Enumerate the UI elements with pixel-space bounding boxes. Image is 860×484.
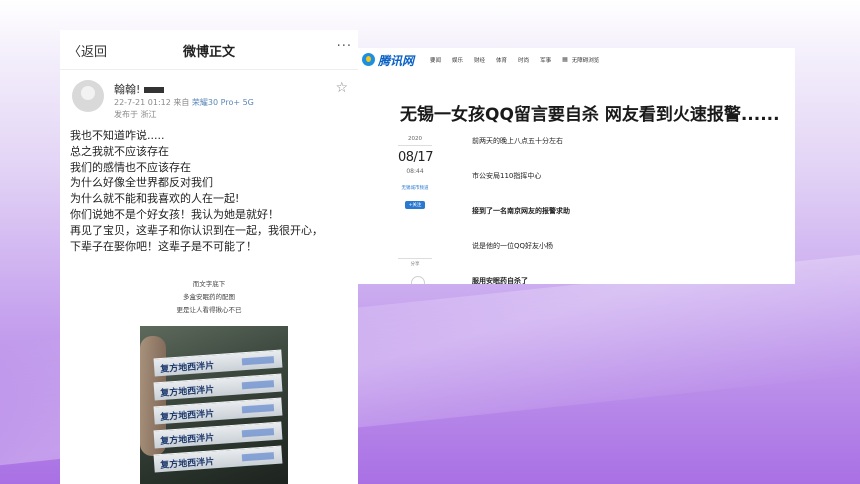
author-name-text: 翰翰!: [114, 83, 141, 96]
article-source[interactable]: 无锡城市频道: [398, 185, 432, 191]
tencent-header: 腾讯网 要闻 娱乐 财经 体育 时尚 军事 ▦ 无障碍浏览: [358, 48, 795, 72]
page-title: 微博正文: [182, 45, 235, 60]
article-paragraph: 说是他的一位QQ好友小杨: [472, 242, 554, 250]
medicine-box: 复方地西泮片: [153, 373, 283, 401]
medicine-box: 复方地西泮片: [153, 421, 283, 449]
post-meta: 22-7-21 01:12 来自 荣耀30 Pro+ 5G: [114, 97, 254, 108]
medicine-boxes-photo[interactable]: 复方地西泮片 复方地西泮片 复方地西泮片 复方地西泮片 复方地西泮片: [140, 326, 288, 484]
medicine-box-label: 复方地西泮片: [160, 433, 215, 448]
caption-line: 更是让人看得揪心不已: [176, 306, 242, 315]
post-timestamp: 22-7-21 01:12 来自: [114, 98, 190, 107]
medicine-box-label: 复方地西泮片: [160, 361, 215, 376]
article-paragraph: 接到了一名南京网友的报警求助: [472, 207, 570, 215]
image-caption: 而文字底下 多盒安眠药的配图 更是让人看得揪心不已: [60, 278, 358, 317]
nav-item-accessibility[interactable]: 无障碍浏览: [572, 56, 600, 64]
post-line: 你们说她不是个好女孩！我认为她是就好！: [70, 207, 279, 221]
post-body: 我也不知道咋说..... 总之我就不应该存在 我们的感情也不应该存在 为什么好像…: [60, 128, 358, 254]
more-options-icon[interactable]: ···: [337, 39, 352, 54]
tencent-nav: 要闻 娱乐 财经 体育 时尚 军事 ▦ 无障碍浏览: [430, 56, 610, 64]
nav-item-military[interactable]: 军事: [540, 56, 551, 64]
follow-button[interactable]: +关注: [404, 201, 426, 209]
post-location: 发布于 浙江: [114, 110, 157, 119]
post-device[interactable]: 荣耀30 Pro+ 5G: [192, 98, 254, 107]
medicine-box: 复方地西泮片: [153, 349, 283, 377]
article-body: 前两天的晚上八点五十分左右 市公安局110指挥中心 接到了一名南京网友的报警求助…: [472, 136, 570, 284]
medicine-box: 复方地西泮片: [153, 445, 283, 473]
post-author-header: 翰翰! 22-7-21 01:12 来自 荣耀30 Pro+ 5G 发布于 浙江…: [60, 70, 358, 128]
post-line: 我也不知道咋说.....: [70, 129, 165, 142]
publish-time: 08:44: [406, 168, 424, 175]
weibo-nav-bar: 〈返回 微博正文 ···: [60, 30, 358, 70]
post-line: 我们的感情也不应该存在: [70, 160, 191, 174]
avatar[interactable]: [72, 80, 104, 112]
medicine-box-label: 复方地西泮片: [160, 385, 215, 400]
caption-line: 而文字底下: [192, 280, 226, 289]
medicine-box-label: 复方地西泮片: [160, 409, 215, 424]
grid-menu-icon[interactable]: ▦: [562, 56, 568, 64]
article-paragraph: 市公安局110指挥中心: [472, 172, 542, 180]
post-line: 再见了宝贝，这辈子和你认识到在一起，我很开心，: [70, 223, 323, 237]
post-line: 下辈子在娶你吧！这辈子是不可能了！: [70, 239, 257, 253]
post-line: 总之我就不应该存在: [70, 144, 169, 158]
weibo-post-screenshot: 〈返回 微博正文 ··· 翰翰! 22-7-21 01:12 来自 荣耀30 P…: [60, 30, 358, 484]
tencent-news-screenshot: 腾讯网 要闻 娱乐 财经 体育 时尚 军事 ▦ 无障碍浏览 无锡一女孩QQ留言要…: [358, 48, 795, 284]
article-paragraph: 前两天的晚上八点五十分左右: [472, 137, 563, 145]
nav-item-finance[interactable]: 财经: [474, 56, 485, 64]
publish-date: 08/17: [398, 150, 433, 165]
share-icon[interactable]: [411, 276, 425, 284]
author-name[interactable]: 翰翰!: [114, 81, 165, 97]
tencent-logo-text[interactable]: 腾讯网: [378, 52, 414, 69]
favorite-star-icon[interactable]: ☆: [335, 80, 348, 96]
medicine-box-label: 复方地西泮片: [160, 457, 215, 472]
article-paragraph: 服用安眠药自杀了: [472, 277, 528, 284]
tencent-logo-icon[interactable]: [362, 53, 375, 66]
publish-year: 2020: [398, 136, 432, 146]
redacted-name-bar: [144, 87, 165, 93]
nav-item-fashion[interactable]: 时尚: [518, 56, 529, 64]
article-headline: 无锡一女孩QQ留言要自杀 网友看到火速报警......: [400, 105, 780, 125]
article-sidebar: 2020 08/17 08:44 无锡城市频道 +关注: [398, 136, 433, 210]
caption-line: 多盒安眠药的配图: [183, 293, 235, 302]
nav-item-entertainment[interactable]: 娱乐: [452, 56, 463, 64]
post-line: 为什么好像全世界都反对我们: [70, 176, 213, 190]
nav-item-news[interactable]: 要闻: [430, 56, 441, 64]
share-label: 分享: [398, 258, 432, 267]
medicine-box: 复方地西泮片: [153, 397, 283, 425]
nav-item-sports[interactable]: 体育: [496, 56, 507, 64]
post-line: 为什么就不能和我喜欢的人在一起!: [70, 192, 240, 206]
